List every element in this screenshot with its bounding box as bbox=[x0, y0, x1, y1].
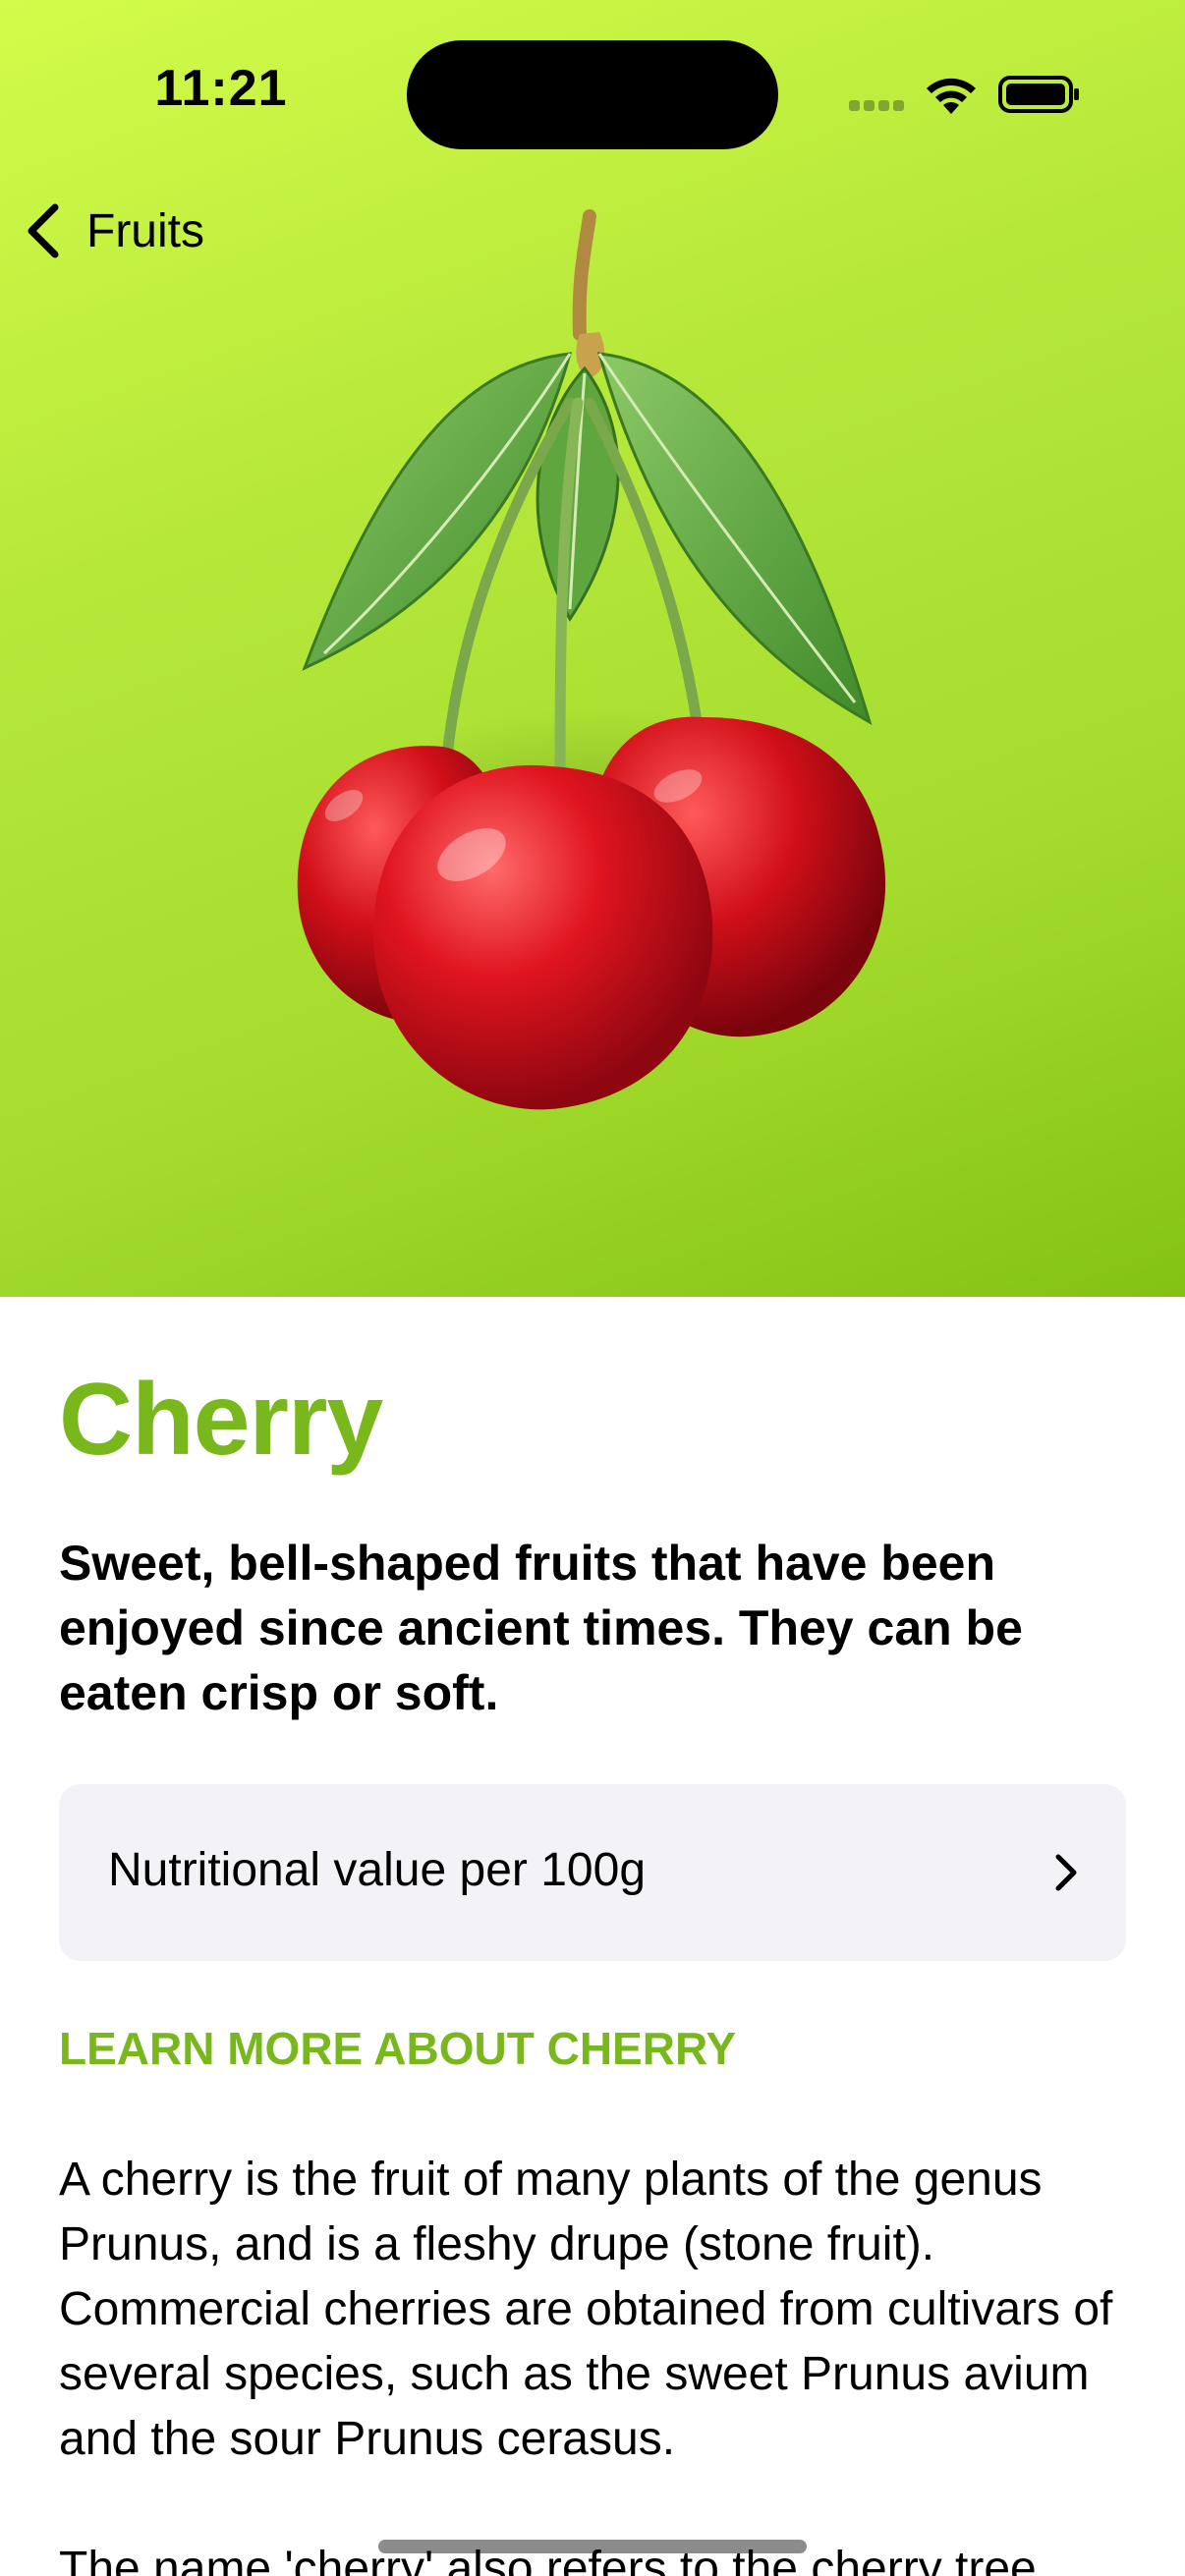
battery-icon bbox=[998, 76, 1079, 113]
cherry-image bbox=[297, 209, 894, 1110]
home-indicator[interactable] bbox=[378, 2540, 807, 2553]
fruit-description: A cherry is the fruit of many plants of … bbox=[59, 2148, 1140, 2576]
fruit-detail-screen: 11:21 Fruits Cherry Sweet, bell-shaped f… bbox=[0, 0, 1185, 2576]
chevron-left-icon bbox=[28, 203, 59, 258]
nutrition-row-label: Nutritional value per 100g bbox=[108, 1844, 647, 1896]
fruit-headline: Sweet, bell-shaped fruits that have been… bbox=[59, 1536, 1023, 1720]
status-time: 11:21 bbox=[154, 60, 288, 117]
chevron-right-icon bbox=[1055, 1854, 1077, 1891]
dynamic-island bbox=[407, 40, 778, 149]
status-bar: 11:21 bbox=[0, 0, 1185, 187]
nutrition-row[interactable]: Nutritional value per 100g bbox=[59, 1784, 1126, 1961]
wifi-icon bbox=[927, 78, 976, 114]
hero-header: 11:21 Fruits bbox=[0, 0, 1185, 1297]
fruit-title: Cherry bbox=[59, 1363, 383, 1477]
description-paragraph: A cherry is the fruit of many plants of … bbox=[59, 2154, 1113, 2465]
learn-more-heading: LEARN MORE ABOUT CHERRY bbox=[59, 2023, 737, 2074]
back-button-label: Fruits bbox=[86, 204, 204, 257]
back-button[interactable]: Fruits bbox=[22, 196, 204, 265]
cellular-signal-icon bbox=[849, 98, 908, 112]
